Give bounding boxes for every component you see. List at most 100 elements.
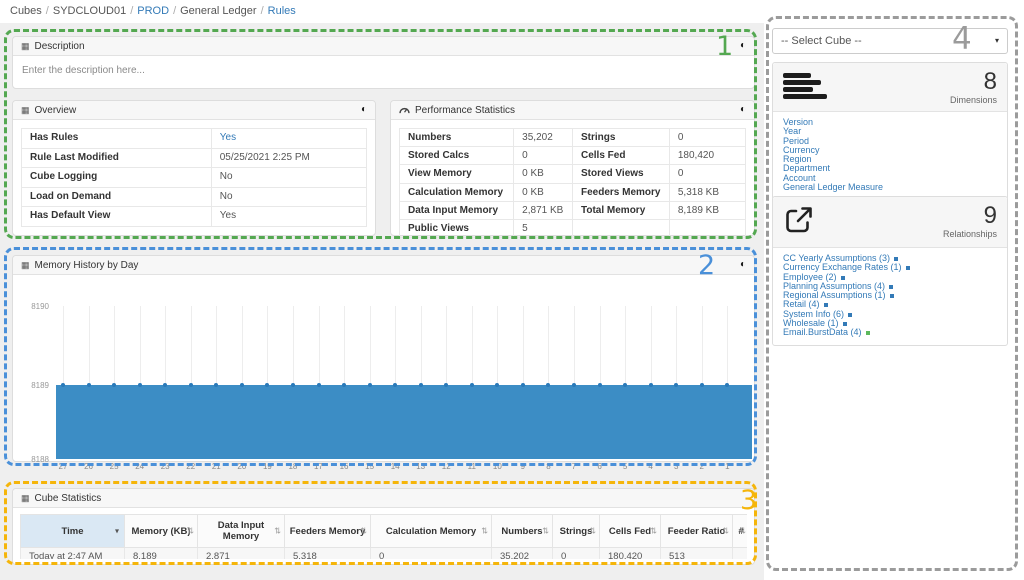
relationship-link[interactable]: Email.BurstData (4) bbox=[783, 327, 862, 337]
grid-icon: ▦ bbox=[21, 492, 30, 503]
cube-statistics-cell: 180,420 bbox=[599, 547, 661, 559]
cube-statistics-column-header[interactable]: # ⇅ bbox=[732, 514, 747, 548]
x-axis-tick: 9 bbox=[520, 462, 526, 471]
performance-value: 5 bbox=[513, 219, 573, 239]
performance-value: 35,202 bbox=[513, 127, 573, 148]
breadcrumb-item[interactable]: PROD bbox=[137, 5, 169, 17]
cube-statistics-column-header[interactable]: Data Input Memory ⇅ bbox=[197, 514, 285, 548]
overview-toggle-icon[interactable]: ◐ bbox=[361, 105, 367, 115]
chart-data-point bbox=[137, 383, 142, 387]
x-axis-tick: 11 bbox=[467, 462, 476, 471]
sort-icon: ⇅ bbox=[360, 526, 367, 536]
cube-statistics-column-header[interactable]: Feeders Memory ⇅ bbox=[284, 514, 371, 548]
cube-statistics-cell: 5,318 bbox=[284, 547, 371, 559]
performance-label: Public Views bbox=[398, 219, 515, 239]
dimension-link[interactable]: Currency bbox=[783, 145, 997, 155]
cube-statistics-row: Today at 2:47 AM 8,189 2,871 5,318 0 35,202 0 1… bbox=[20, 547, 747, 559]
performance-toggle-icon[interactable]: ◐ bbox=[740, 105, 746, 115]
sort-icon: ⇅ bbox=[187, 526, 194, 536]
memory-history-chart: 8190 8189 8188 27 26 25 24 23 22 21 20 19 18 17 16 1… bbox=[13, 275, 754, 471]
overview-panel: ▦ Overview ◐ Has Rules Yes Rule Last Modif… bbox=[12, 100, 376, 236]
description-input[interactable]: Enter the description here... bbox=[13, 56, 754, 85]
memory-history-panel-title: Memory History by Day bbox=[34, 259, 139, 271]
performance-label: Total Memory bbox=[571, 200, 670, 221]
performance-label: Data Input Memory bbox=[398, 200, 515, 221]
breadcrumb-separator: / bbox=[173, 5, 177, 17]
memory-history-toggle-icon[interactable]: ◐ bbox=[740, 260, 746, 270]
overview-row: Has Rules Yes bbox=[21, 128, 368, 149]
dimension-link[interactable]: Version bbox=[783, 117, 997, 127]
description-toggle-icon[interactable]: ◐ bbox=[740, 41, 746, 51]
performance-value: 180,420 bbox=[668, 146, 747, 166]
chart-data-point bbox=[61, 383, 65, 387]
breadcrumb-item: General Ledger bbox=[180, 5, 257, 17]
cube-statistics-body: Today at 2:47 AM 8,189 2,871 5,318 0 35,202 0 1… bbox=[20, 547, 747, 559]
chart-data-point bbox=[86, 383, 91, 387]
overview-panel-title: Overview bbox=[34, 104, 77, 116]
dimensions-card: 8 Dimensions Version Year Period Currency Re… bbox=[772, 62, 1008, 201]
overview-row-label: Has Default View bbox=[21, 206, 212, 227]
relationships-label: Relationships bbox=[942, 229, 997, 239]
relationships-count: 9 bbox=[983, 202, 997, 229]
overview-row-value[interactable]: Yes bbox=[210, 128, 368, 149]
performance-value bbox=[668, 219, 747, 239]
sort-icon: ⇅ bbox=[481, 526, 488, 536]
sort-icon: ⇅ bbox=[542, 526, 549, 536]
cube-statistics-column-header[interactable]: Strings ⇅ bbox=[552, 514, 600, 548]
x-axis-tick: 1 bbox=[725, 462, 730, 471]
list-bars-icon bbox=[783, 70, 829, 101]
description-panel-title: Description bbox=[34, 40, 85, 52]
chart-data-point bbox=[316, 383, 321, 387]
cube-statistics-cell: 35,202 bbox=[491, 547, 553, 559]
sort-icon: ⇅ bbox=[739, 526, 746, 536]
performance-panel-header: Performance Statistics ◐ bbox=[391, 101, 754, 120]
breadcrumb-item: SYDCLOUD01 bbox=[52, 5, 127, 17]
chart-data-point bbox=[520, 383, 525, 387]
cube-statistics-column-header[interactable]: Cells Fed ⇅ bbox=[599, 514, 661, 548]
performance-row: Public Views 5 bbox=[398, 219, 747, 239]
performance-row: View Memory 0 KB Stored Views 0 bbox=[398, 164, 747, 184]
cube-statistics-column-header[interactable]: Calculation Memory ⇅ bbox=[370, 514, 492, 548]
cube-statistics-header-row: Time ▾ Memory (KB) ⇅ Data Input Memory ⇅ Feede… bbox=[20, 514, 747, 548]
overview-row-label: Load on Demand bbox=[21, 186, 212, 208]
breadcrumb-item[interactable]: Rules bbox=[268, 5, 296, 17]
cube-statistics-column-header[interactable]: Time ▾ bbox=[20, 514, 125, 548]
cube-statistics-column-header[interactable]: Feeder Ratio ⇅ bbox=[660, 514, 733, 548]
chart-data-point bbox=[188, 383, 193, 387]
overview-row-label: Cube Logging bbox=[21, 167, 212, 188]
performance-label: Numbers bbox=[398, 127, 515, 148]
chart-data-point bbox=[418, 383, 423, 387]
performance-value: 0 bbox=[668, 164, 747, 184]
x-axis-tick: 6 bbox=[597, 462, 602, 471]
chart-data-point bbox=[572, 383, 576, 387]
gauge-icon bbox=[399, 105, 410, 116]
breadcrumb-item: Cubes bbox=[10, 5, 42, 17]
x-axis-tick: 16 bbox=[339, 462, 349, 471]
cube-statistics-table-wrap: Time ▾ Memory (KB) ⇅ Data Input Memory ⇅ Feede… bbox=[20, 514, 747, 559]
x-axis-tick: 10 bbox=[492, 462, 502, 471]
overview-panel-header: ▦ Overview ◐ bbox=[13, 101, 375, 120]
relationship-marker bbox=[823, 303, 828, 308]
relationship-marker bbox=[894, 257, 899, 261]
dimension-link[interactable]: General Ledger Measure bbox=[783, 182, 997, 192]
x-axis-tick: 18 bbox=[288, 462, 298, 471]
relationship-marker bbox=[842, 322, 847, 327]
x-axis-tick: 21 bbox=[211, 462, 221, 471]
cube-statistics-column-header[interactable]: Numbers ⇅ bbox=[491, 514, 553, 548]
description-panel: ▦ Description ◐ Enter the description he… bbox=[12, 36, 755, 89]
chart-area-series bbox=[56, 385, 752, 459]
performance-value: 2,871 KB bbox=[513, 200, 573, 221]
cube-select[interactable]: -- Select Cube -- ▾ bbox=[772, 28, 1008, 54]
cube-statistics-column-header[interactable]: Memory (KB) ⇅ bbox=[124, 514, 198, 548]
grid-icon: ▦ bbox=[21, 104, 30, 115]
performance-label: View Memory bbox=[398, 164, 515, 184]
breadcrumb-separator: / bbox=[45, 5, 49, 17]
performance-value: 5,318 KB bbox=[668, 182, 747, 202]
x-axis-tick: 7 bbox=[571, 462, 577, 471]
chart-data-point bbox=[239, 383, 244, 387]
overview-row: Rule Last Modified 05/25/2021 2:25 PM bbox=[21, 147, 368, 169]
x-axis-tick: 14 bbox=[390, 462, 400, 471]
x-axis-tick: 22 bbox=[186, 462, 196, 471]
dimension-link[interactable]: Year bbox=[783, 126, 997, 136]
overview-row: Load on Demand No bbox=[21, 186, 368, 208]
